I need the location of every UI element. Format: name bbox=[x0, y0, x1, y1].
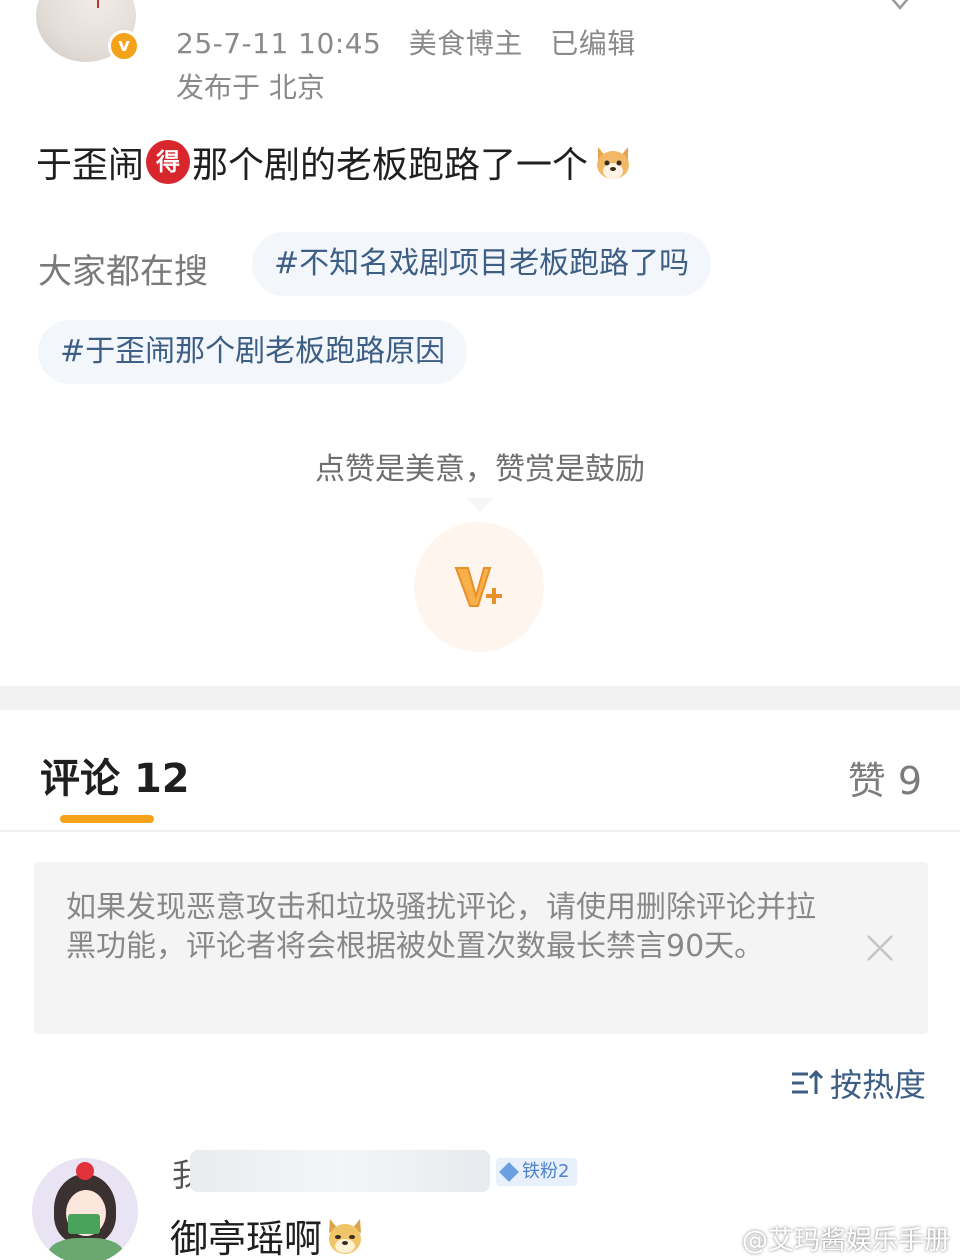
name-redaction bbox=[190, 1150, 490, 1192]
notice-text: 如果发现恶意攻击和垃圾骚扰评论，请使用删除评论并拉黑功能，评论者将会根据被处置次… bbox=[66, 890, 816, 964]
tab-comments-label: 评论 bbox=[40, 756, 120, 802]
post-text-part: 那个剧的老板跑路了一个 bbox=[192, 145, 589, 186]
v-plus-icon bbox=[454, 567, 502, 607]
post-header: v 25-7-11 10:45 美食博主 已编辑 发布于 北京 bbox=[0, 0, 960, 110]
comment-body: 御亭瑶啊 bbox=[170, 1217, 323, 1260]
commenter-avatar[interactable] bbox=[32, 1158, 138, 1260]
post-meta: 25-7-11 10:45 美食博主 已编辑 bbox=[176, 22, 654, 62]
tab-comments-count: 12 bbox=[133, 756, 190, 802]
post-text: 于歪闹 得 那个剧的老板跑路了一个 bbox=[36, 136, 634, 188]
tab-comments[interactable]: 评论 12 bbox=[40, 746, 190, 804]
tab-likes-label: 赞 bbox=[847, 759, 886, 803]
de-badge-icon: 得 bbox=[146, 140, 191, 184]
watermark: @艾玛酱娱乐手册 bbox=[741, 1226, 950, 1256]
reward-button[interactable] bbox=[414, 522, 544, 652]
tab-divider bbox=[0, 830, 960, 832]
sort-icon bbox=[791, 1069, 824, 1094]
tab-likes[interactable]: 赞 9 bbox=[848, 750, 922, 805]
search-trending-label: 大家都在搜 bbox=[38, 252, 208, 292]
avatar-decoration bbox=[97, 0, 99, 8]
fan-badge: 铁粉2 bbox=[496, 1158, 578, 1186]
post-text-part: 于歪闹 bbox=[36, 145, 145, 186]
topic-chip[interactable]: #于歪闹那个剧老板跑路原因 bbox=[38, 320, 468, 384]
close-icon[interactable] bbox=[864, 932, 896, 964]
sort-label: 按热度 bbox=[829, 1066, 926, 1104]
dog-emoji-icon bbox=[597, 147, 630, 179]
avatar-art bbox=[68, 1214, 100, 1234]
fan-badge-label: 铁粉2 bbox=[522, 1161, 570, 1182]
post-timestamp: 25-7-11 10:45 bbox=[176, 27, 382, 60]
section-divider bbox=[0, 686, 960, 710]
moderation-notice: 如果发现恶意攻击和垃圾骚扰评论，请使用删除评论并拉黑功能，评论者将会根据被处置次… bbox=[34, 862, 928, 1034]
reward-prompt: 点赞是美意，赞赏是鼓励 bbox=[315, 452, 645, 487]
avatar-art bbox=[76, 1162, 94, 1180]
doge-emoji-icon bbox=[329, 1218, 362, 1254]
reward-pointer bbox=[466, 498, 494, 512]
verified-icon: v bbox=[108, 30, 140, 62]
comment-text: 御亭瑶啊 bbox=[170, 1208, 366, 1260]
sort-button[interactable]: 按热度 bbox=[790, 1060, 926, 1106]
avatar-art bbox=[48, 1238, 124, 1260]
author-tag: 美食博主 bbox=[408, 27, 523, 60]
active-tab-indicator bbox=[60, 815, 154, 823]
diamond-icon bbox=[499, 1162, 519, 1182]
post-location: 发布于 北京 bbox=[176, 71, 325, 104]
tab-likes-count: 9 bbox=[897, 759, 922, 803]
topic-chip[interactable]: #不知名戏剧项目老板跑路了吗 bbox=[252, 232, 712, 296]
star-icon[interactable] bbox=[882, 0, 918, 14]
edited-label: 已编辑 bbox=[550, 27, 636, 60]
